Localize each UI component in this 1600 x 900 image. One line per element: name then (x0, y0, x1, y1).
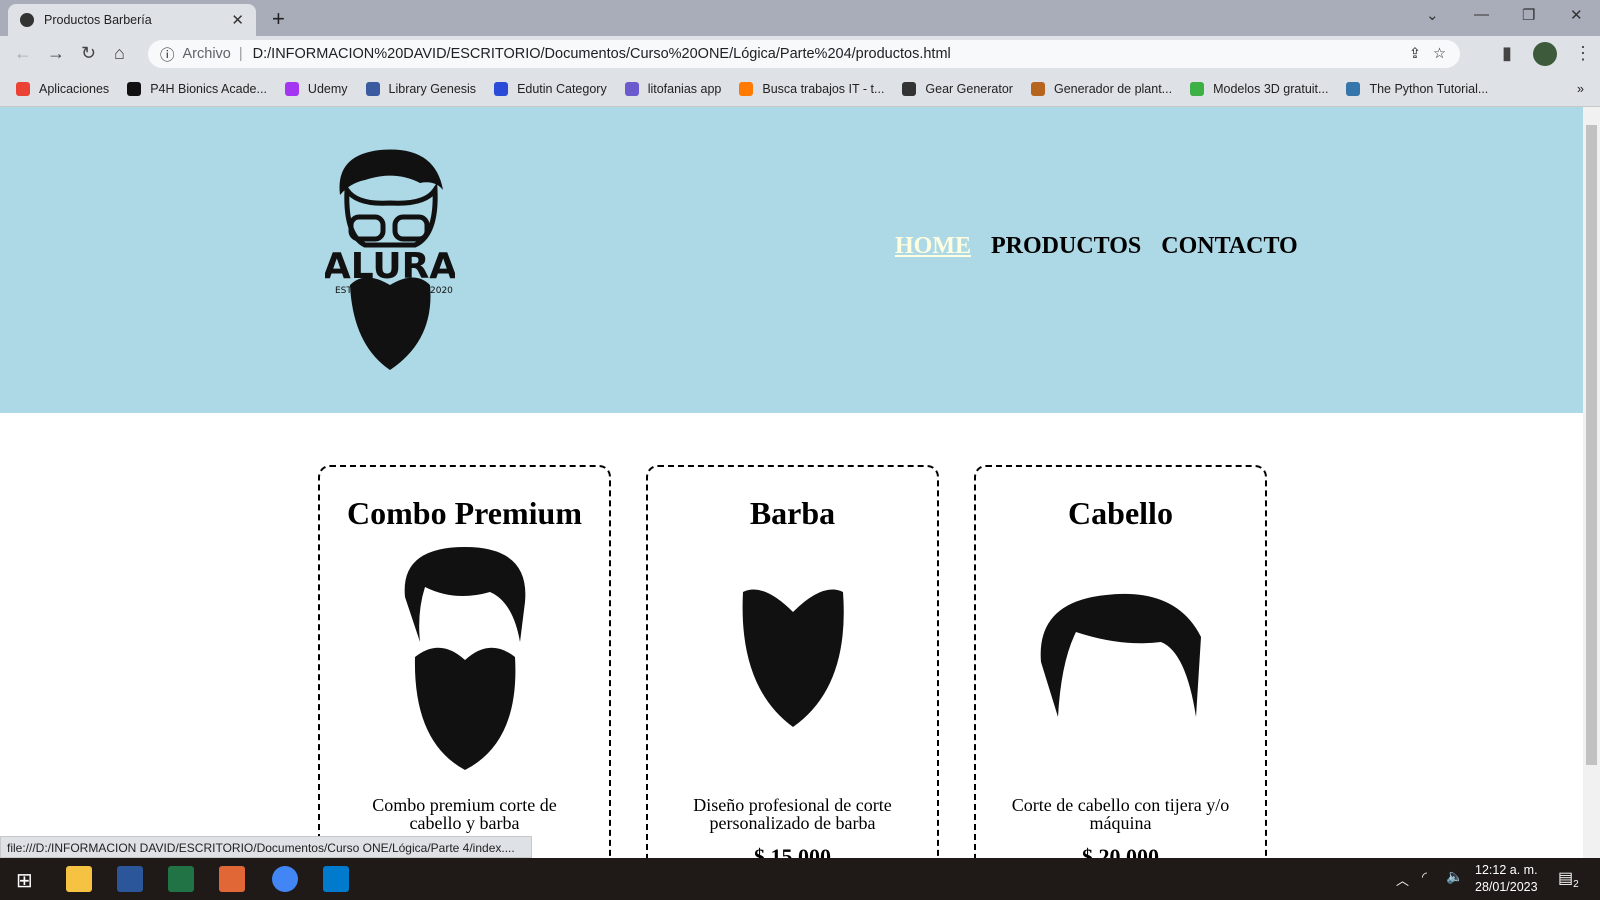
hair-icon (976, 532, 1265, 782)
taskbar: ⊞ ︿ ◜ 🔈 12:12 a. m. 28/01/2023 ▤2 (0, 858, 1600, 900)
bookmark-item[interactable]: Gear Generator (902, 82, 1013, 96)
address-bar[interactable]: ⓘ Archivo | D:/INFORMACION%20DAVID/ESCRITOR… (148, 40, 1460, 68)
address-prefix: Archivo (182, 46, 231, 62)
home-icon[interactable]: ⌂ (114, 43, 125, 64)
back-icon[interactable]: ← (14, 43, 32, 64)
site-header: ALURA ESTD 2020 HOME PRODUCTOS CONTACTO (0, 107, 1583, 413)
bookmark-icon (127, 82, 142, 96)
wifi-icon[interactable]: ◜ (1422, 869, 1427, 885)
bookmark-item[interactable]: Aplicaciones (16, 82, 109, 96)
status-bar: file:///D:/INFORMACION DAVID/ESCRITORIO/… (0, 836, 532, 858)
more-bookmarks-icon[interactable]: » (1577, 82, 1584, 96)
minimize-button[interactable]: — (1474, 6, 1489, 23)
bookmark-item[interactable]: Modelos 3D gratuit... (1190, 82, 1328, 96)
globe-icon (20, 13, 34, 27)
volume-icon[interactable]: 🔈 (1446, 868, 1463, 885)
show-hidden-icons[interactable]: ︿ (1396, 870, 1409, 889)
bookmark-item[interactable]: P4H Bionics Acade... (127, 82, 267, 96)
word-icon[interactable] (117, 866, 143, 892)
avatar[interactable] (1533, 42, 1557, 66)
bookmark-icon (739, 82, 754, 96)
product-description: Diseño profesional de corte personalizad… (693, 795, 892, 833)
nav-productos[interactable]: PRODUCTOS (991, 233, 1141, 260)
bookmark-icon (1346, 82, 1361, 96)
bookmark-icon (494, 82, 509, 96)
close-tab-icon[interactable]: ✕ (231, 11, 244, 29)
restore-button[interactable]: ❐ (1522, 6, 1535, 24)
hair-beard-icon (320, 532, 609, 782)
side-panel-icon[interactable]: ▮ (1502, 43, 1512, 64)
bookmark-item[interactable]: Generador de plant... (1030, 82, 1172, 96)
tab-search-icon[interactable]: ⌄ (1426, 6, 1439, 24)
product-price: $ 15.000 (754, 844, 831, 858)
bookmark-item[interactable]: litofanias app (624, 82, 721, 96)
bookmark-item[interactable]: Udemy (284, 82, 348, 96)
vscode-icon[interactable] (323, 866, 349, 892)
product-card-barba: Barba Diseño profesional de corte person… (646, 465, 939, 858)
main-nav: HOME PRODUCTOS CONTACTO (895, 233, 1298, 260)
beard-icon (648, 532, 937, 782)
tab-bar: Productos Barbería ✕ + ⌄ — ❐ ✕ (0, 0, 1600, 36)
bookmark-item[interactable]: Busca trabajos IT - t... (739, 82, 884, 96)
tab-title: Productos Barbería (44, 13, 152, 27)
bookmark-item[interactable]: Edutin Category (494, 82, 607, 96)
bookmark-icon (902, 82, 917, 96)
alura-logo: ALURA ESTD 2020 (323, 145, 457, 375)
product-description: Combo premium corte de cabello y barba (372, 795, 557, 833)
bookmarks-bar: Aplicaciones P4H Bionics Acade... Udemy Lib… (0, 72, 1600, 107)
svg-text:2020: 2020 (430, 286, 453, 296)
product-price: $ 20.000 (1082, 844, 1159, 858)
menu-icon[interactable]: ⋮ (1574, 43, 1592, 64)
product-card-cabello: Cabello Corte de cabello con tijera y/o … (974, 465, 1267, 858)
share-icon[interactable]: ⇪ (1409, 46, 1421, 62)
scrollbar-thumb[interactable] (1586, 125, 1597, 765)
bookmark-icon (365, 82, 380, 96)
bookmark-icon (284, 82, 299, 96)
new-tab-button[interactable]: + (272, 6, 285, 32)
product-list: Combo Premium Combo premium corte de cab… (318, 465, 1267, 858)
browser-tab[interactable]: Productos Barbería ✕ (8, 4, 256, 36)
page: ALURA ESTD 2020 HOME PRODUCTOS CONTACTO … (0, 107, 1583, 858)
logo-text: ALURA (325, 246, 455, 287)
windows-start-icon[interactable]: ⊞ (16, 868, 33, 893)
bookmark-icon (1190, 82, 1205, 96)
scrollbar[interactable] (1583, 107, 1600, 858)
product-title: Barba (749, 495, 836, 531)
clock[interactable]: 12:12 a. m. 28/01/2023 (1475, 862, 1538, 896)
bookmark-item[interactable]: Library Genesis (365, 82, 476, 96)
nav-home[interactable]: HOME (895, 233, 971, 260)
reload-icon[interactable]: ↻ (81, 43, 96, 64)
product-description: Corte de cabello con tijera y/o máquina (1011, 795, 1230, 833)
product-title: Cabello (1068, 495, 1173, 531)
excel-icon[interactable] (168, 866, 194, 892)
product-card-combo: Combo Premium Combo premium corte de cab… (318, 465, 611, 858)
info-icon: ⓘ (160, 47, 175, 64)
bookmark-icon (1030, 82, 1045, 96)
nav-contacto[interactable]: CONTACTO (1161, 233, 1297, 260)
matlab-icon[interactable] (219, 866, 245, 892)
url-text: D:/INFORMACION%20DAVID/ESCRITORIO/Docume… (252, 46, 951, 62)
chrome-icon[interactable] (272, 866, 298, 892)
product-title: Combo Premium (347, 495, 582, 531)
star-icon[interactable]: ☆ (1433, 46, 1446, 62)
bookmark-icon (624, 82, 639, 96)
bookmark-item[interactable]: The Python Tutorial... (1346, 82, 1488, 96)
notification-icon[interactable]: ▤2 (1558, 868, 1579, 890)
toolbar: ← → ↻ ⌂ ⓘ Archivo | D:/INFORMACION%20DAVID/… (0, 36, 1600, 72)
file-explorer-icon[interactable] (66, 866, 92, 892)
bookmark-icon (16, 82, 30, 96)
close-window-button[interactable]: ✕ (1570, 6, 1583, 24)
forward-icon[interactable]: → (47, 43, 65, 64)
